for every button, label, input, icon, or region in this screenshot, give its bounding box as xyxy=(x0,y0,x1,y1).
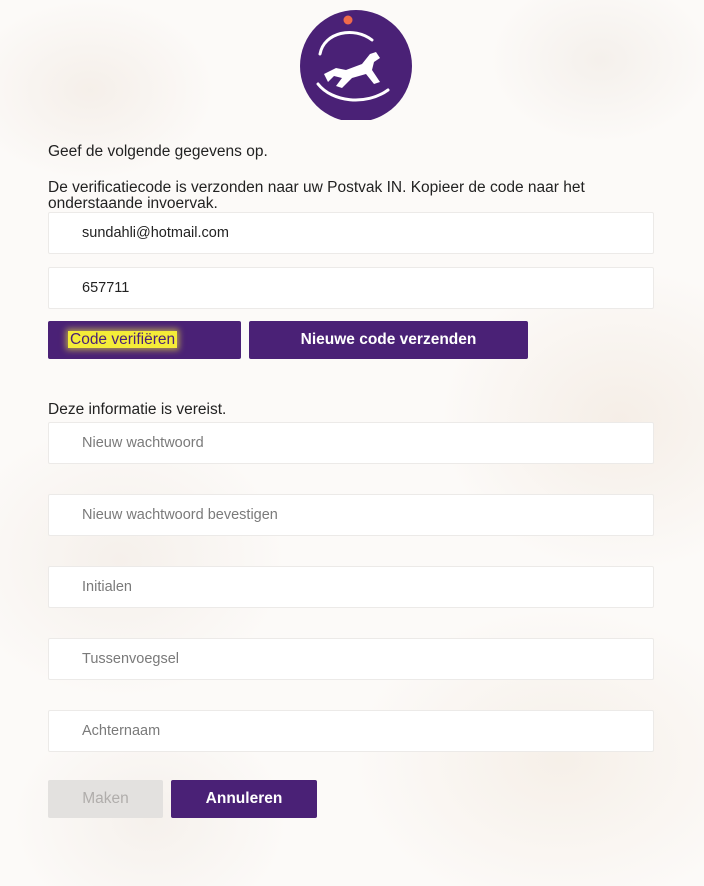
signup-form: Geef de volgende gegevens op. De verific… xyxy=(0,0,704,886)
surname-field[interactable] xyxy=(48,710,654,752)
create-button[interactable]: Maken xyxy=(48,780,163,818)
email-field[interactable] xyxy=(48,212,654,254)
new-password-field[interactable] xyxy=(48,422,654,464)
verification-code-field[interactable] xyxy=(48,267,654,309)
running-dog-logo-icon xyxy=(300,10,412,120)
send-new-code-button[interactable]: Nieuwe code verzenden xyxy=(249,321,528,359)
instructions-text: Geef de volgende gegevens op. xyxy=(48,143,268,160)
initials-field[interactable] xyxy=(48,566,654,608)
cancel-button[interactable]: Annuleren xyxy=(171,780,317,818)
required-info-message: Deze informatie is vereist. xyxy=(48,401,227,418)
confirm-password-field[interactable] xyxy=(48,494,654,536)
verify-code-button[interactable]: Code verifiëren xyxy=(48,321,241,359)
verify-code-button-label: Code verifiëren xyxy=(68,331,178,348)
verification-message: De verificatiecode is verzonden naar uw … xyxy=(48,179,585,212)
infix-field[interactable] xyxy=(48,638,654,680)
